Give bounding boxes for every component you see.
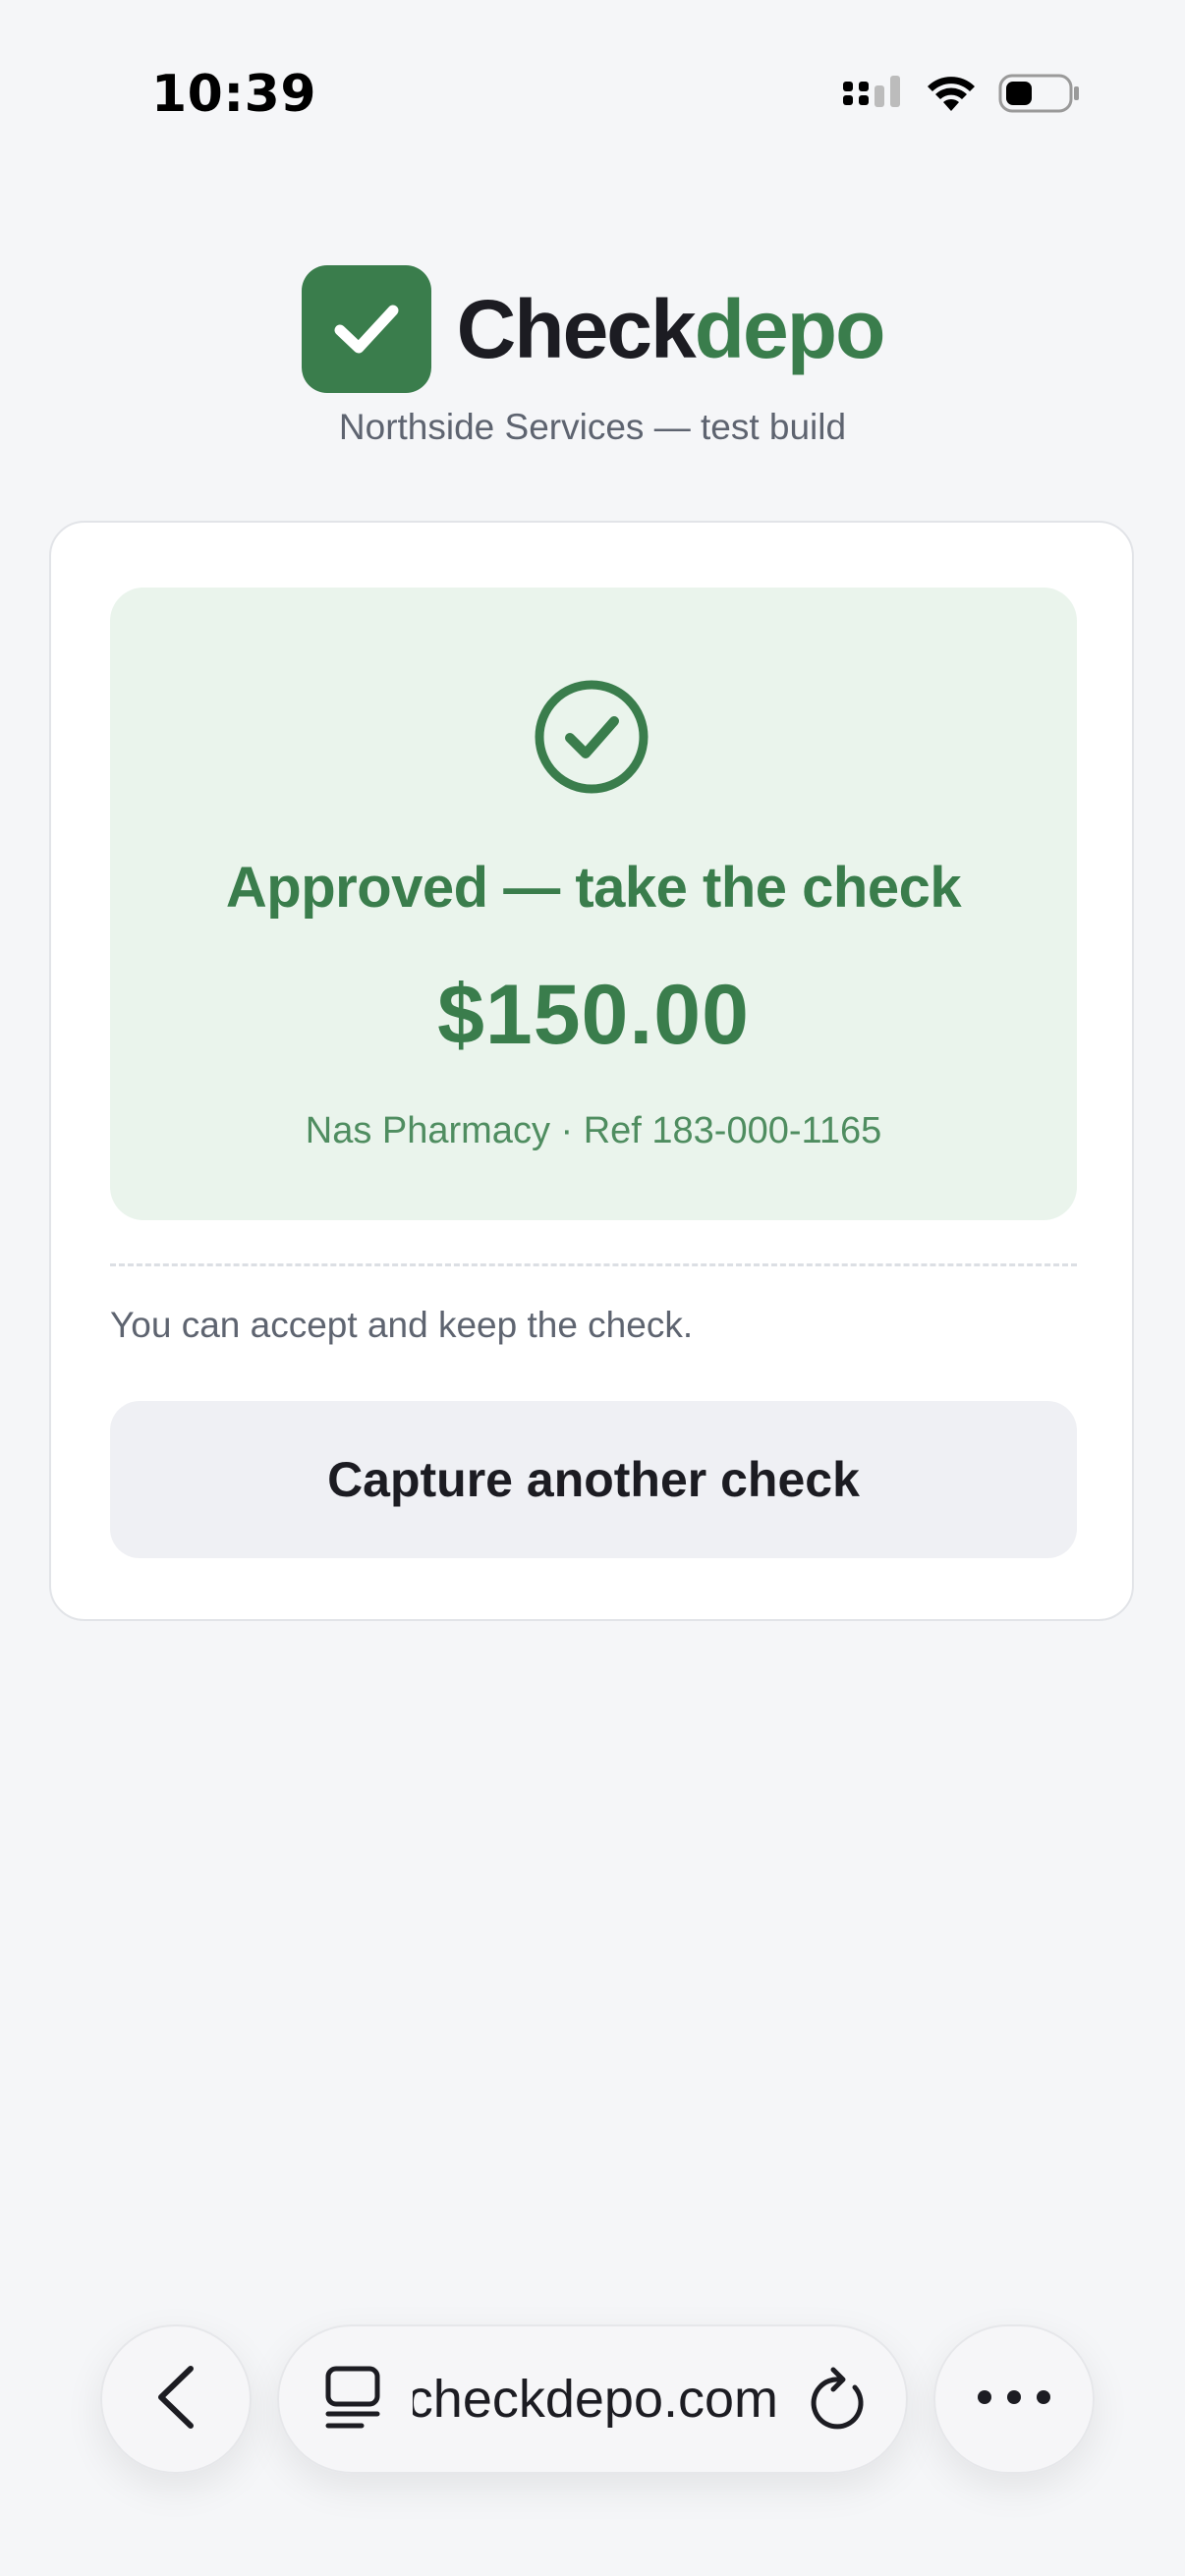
more-button[interactable] (933, 2324, 1095, 2474)
result-meta: Nas Pharmacy · Ref 183-000-1165 (305, 1110, 882, 1151)
result-note: You can accept and keep the check. (110, 1305, 694, 1345)
result-card: Approved — take the check $150.00 Nas Ph… (49, 521, 1134, 1621)
status-time: 10:39 (151, 65, 317, 124)
battery-icon (998, 73, 1081, 119)
brand-name-part1: Check (456, 282, 697, 375)
ellipsis-icon (975, 2387, 1053, 2412)
check-circle-icon (533, 678, 650, 796)
back-button[interactable] (100, 2324, 252, 2474)
result-amount: $150.00 (437, 968, 750, 1062)
capture-another-check-button[interactable]: Capture another check (110, 1401, 1077, 1558)
brand-name-part2: depo (694, 282, 886, 375)
status-icons (843, 73, 1081, 119)
brand-header: Checkdepo (0, 265, 1185, 393)
brand-subtitle: Northside Services — test build (338, 407, 847, 447)
brand-name: Checkdepo (456, 282, 886, 377)
address-bar[interactable]: checkdepo.com (277, 2324, 908, 2474)
result-title: Approved — take the check (225, 856, 962, 920)
approval-panel: Approved — take the check $150.00 Nas Ph… (110, 588, 1077, 1220)
chevron-left-icon (151, 2363, 200, 2436)
browser-toolbar: checkdepo.com (0, 2324, 1185, 2478)
wifi-icon (926, 74, 977, 118)
tab-overview-icon[interactable] (322, 2363, 383, 2436)
cellular-signal-icon (843, 74, 904, 118)
url-text: checkdepo.com (413, 2370, 778, 2429)
reload-icon[interactable] (808, 2366, 871, 2439)
divider (110, 1263, 1077, 1266)
checkmark-square-icon (301, 265, 431, 393)
status-bar: 10:39 (0, 0, 1185, 187)
